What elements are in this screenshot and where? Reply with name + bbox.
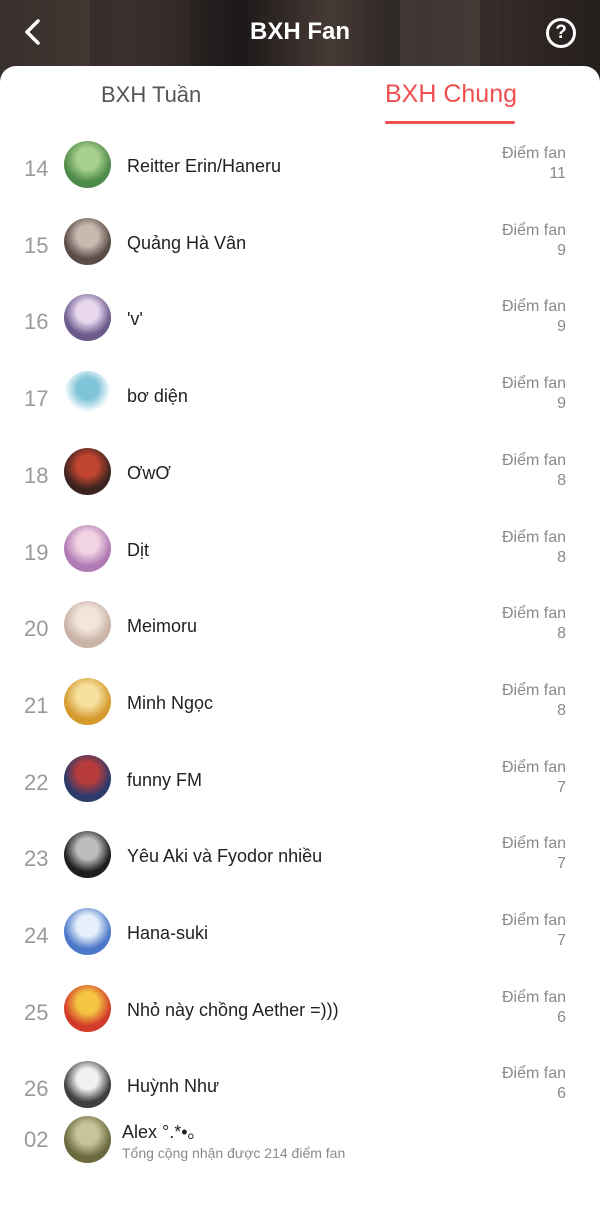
leaderboard-row[interactable]: 18 ƠwƠ Điểm fan 8: [0, 439, 600, 515]
avatar[interactable]: [64, 908, 111, 955]
rank-number: 22: [24, 769, 49, 795]
my-rank-row: 02 Alex °.*•｡ Tổng cộng nhận được 214 đi…: [0, 1090, 600, 1163]
score-value: 11: [549, 165, 566, 182]
user-name[interactable]: Dịt: [127, 540, 149, 561]
score-label: Điểm fan: [501, 758, 566, 776]
score-value: 8: [557, 701, 566, 719]
my-name: Alex °.*•｡: [122, 1122, 197, 1142]
score-value: 7: [557, 778, 566, 796]
user-name[interactable]: Yêu Aki và Fyodor nhiều: [127, 846, 322, 867]
score-label: Điểm fan: [501, 988, 566, 1006]
score-label: Điểm fan: [501, 298, 566, 316]
leaderboard-row[interactable]: 20 Meimoru Điểm fan 8: [0, 592, 600, 668]
score-label: Điểm fan: [501, 681, 566, 699]
avatar[interactable]: [64, 677, 111, 725]
avatar[interactable]: [64, 984, 111, 1032]
score-label: Điểm fan: [501, 145, 566, 162]
rank-number: 19: [24, 539, 49, 565]
user-name[interactable]: Minh Ngọc: [127, 693, 213, 714]
score-label: Điểm fan: [501, 528, 566, 546]
avatar[interactable]: [64, 447, 111, 495]
rank-number: 24: [24, 923, 49, 948]
active-tab-indicator: [385, 121, 515, 124]
score-value: 7: [557, 932, 566, 949]
score-label: Điểm fan: [501, 912, 566, 929]
tab-weekly[interactable]: BXH Tuần: [101, 82, 201, 108]
score-label: Điểm fan: [501, 451, 566, 469]
score-label: Điểm fan: [501, 1065, 566, 1083]
question-icon: ?: [555, 22, 567, 43]
score-label: Điểm fan: [501, 375, 566, 393]
rank-number: 17: [24, 386, 49, 412]
user-name[interactable]: Reitter Erin/Haneru: [127, 156, 281, 177]
leaderboard-row[interactable]: 15 Quảng Hà Vân Điểm fan 9: [0, 209, 600, 285]
user-name[interactable]: Meimoru: [127, 616, 197, 637]
score-value: 9: [557, 395, 566, 413]
user-name[interactable]: ƠwƠ: [127, 463, 171, 484]
score-value: 7: [557, 855, 566, 873]
user-name[interactable]: Hana-suki: [127, 923, 208, 944]
tab-general[interactable]: BXH Chung: [385, 80, 517, 109]
rank-number: 15: [24, 232, 49, 258]
user-name[interactable]: funny FM: [127, 770, 202, 791]
avatar[interactable]: [64, 524, 111, 572]
user-name[interactable]: Nhỏ này chồng Aether =))): [127, 1000, 339, 1021]
avatar[interactable]: [64, 601, 111, 649]
avatar[interactable]: [64, 1116, 111, 1163]
rank-number: 18: [24, 462, 49, 488]
score-value: 8: [557, 471, 566, 489]
avatar[interactable]: [64, 217, 111, 265]
score-value: 6: [557, 1008, 566, 1026]
avatar[interactable]: [64, 831, 111, 879]
user-name[interactable]: Quảng Hà Vân: [127, 233, 246, 254]
rank-number: 14: [24, 156, 49, 181]
score-value: 8: [557, 625, 566, 643]
leaderboard-row[interactable]: 21 Minh Ngọc Điểm fan 8: [0, 669, 600, 745]
avatar[interactable]: [64, 754, 111, 802]
leaderboard-row[interactable]: 23 Yêu Aki và Fyodor nhiều Điểm fan 7: [0, 822, 600, 898]
score-label: Điểm fan: [501, 835, 566, 853]
my-rank: 02: [24, 1127, 49, 1152]
avatar[interactable]: [64, 371, 111, 419]
score-value: 9: [557, 241, 566, 259]
avatar[interactable]: [64, 141, 111, 188]
score-value: 8: [557, 548, 566, 566]
score-label: Điểm fan: [501, 221, 566, 239]
rank-number: 21: [24, 692, 49, 718]
leaderboard-row[interactable]: 24 Hana-suki Điểm fan 7: [0, 899, 600, 975]
rank-number: 23: [24, 846, 49, 872]
rank-number: 20: [24, 616, 49, 642]
avatar[interactable]: [64, 294, 111, 342]
leaderboard-row[interactable]: 19 Dịt Điểm fan 8: [0, 516, 600, 592]
score-value: 9: [557, 318, 566, 336]
tab-bar: BXH Tuần BXH Chung: [0, 66, 600, 126]
leaderboard-row[interactable]: 16 'v' Điểm fan 9: [0, 285, 600, 361]
my-total-points: Tổng cộng nhận được 214 điểm fan: [122, 1145, 346, 1161]
user-name[interactable]: 'v': [127, 309, 143, 330]
leaderboard-row[interactable]: 22 funny FM Điểm fan 7: [0, 746, 600, 822]
page-title: BXH Fan: [249, 18, 350, 45]
score-label: Điểm fan: [501, 605, 566, 623]
user-name[interactable]: bơ diện: [127, 386, 188, 407]
leaderboard-row[interactable]: 25 Nhỏ này chồng Aether =))) Điểm fan 6: [0, 976, 600, 1052]
help-button[interactable]: ?: [546, 18, 576, 48]
leaderboard-sheet: BXH Tuần BXH Chung 14 Reitter Erin/Haneru…: [0, 66, 600, 1219]
rank-number: 25: [24, 999, 49, 1025]
leaderboard-row[interactable]: 17 bơ diện Điểm fan 9: [0, 362, 600, 438]
leaderboard-row[interactable]: 14 Reitter Erin/Haneru Điểm fan 11: [0, 132, 600, 208]
rank-number: 16: [24, 309, 49, 335]
